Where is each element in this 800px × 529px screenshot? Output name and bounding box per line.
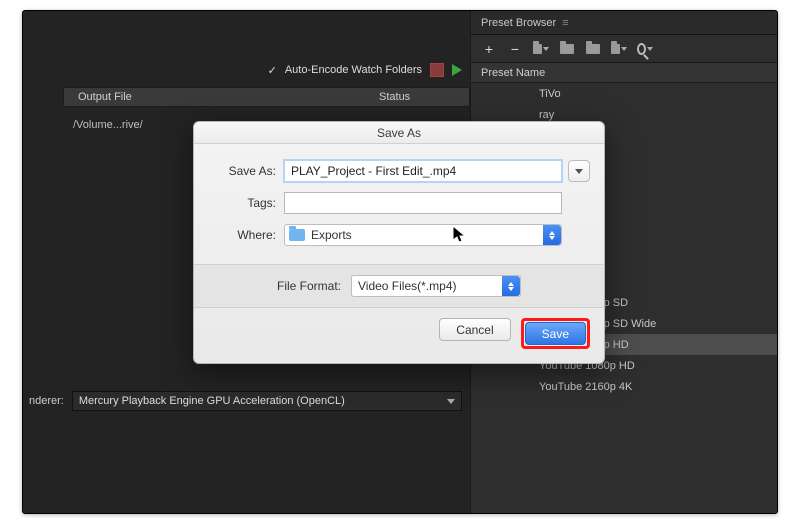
save-as-label: Save As: bbox=[208, 164, 284, 178]
file-format-select[interactable]: Video Files(*.mp4) bbox=[351, 275, 521, 297]
renderer-row: nderer: Mercury Playback Engine GPU Acce… bbox=[23, 389, 470, 413]
play-button[interactable] bbox=[452, 64, 462, 76]
where-value: Exports bbox=[311, 228, 352, 242]
tags-input[interactable] bbox=[284, 192, 562, 214]
queue-list-header: Output File Status bbox=[63, 87, 470, 107]
dropdown-icon bbox=[543, 225, 561, 245]
list-item[interactable]: YouTube 2160p 4K bbox=[471, 376, 777, 397]
preset-browser-title: Preset Browser bbox=[481, 17, 556, 29]
where-label: Where: bbox=[208, 228, 284, 242]
cancel-button[interactable]: Cancel bbox=[439, 318, 510, 341]
file-format-label: File Format: bbox=[277, 279, 341, 293]
list-item[interactable]: TiVo bbox=[471, 83, 777, 104]
stop-button[interactable] bbox=[430, 63, 444, 77]
save-as-dialog: Save As Save As: Tags: Where: Exports bbox=[193, 121, 605, 364]
new-folder-button[interactable] bbox=[533, 41, 549, 57]
top-toolbar: ✓ Auto-Encode Watch Folders bbox=[23, 59, 470, 81]
save-button-highlight: Save bbox=[521, 318, 590, 349]
folder-button-1[interactable] bbox=[559, 41, 575, 57]
app-window: ✓ Auto-Encode Watch Folders Output File … bbox=[22, 10, 778, 514]
import-button[interactable] bbox=[585, 41, 601, 57]
save-button[interactable]: Save bbox=[525, 322, 586, 345]
panel-menu-icon[interactable]: ≡ bbox=[562, 17, 568, 29]
save-as-input[interactable] bbox=[284, 160, 562, 182]
preset-name-header[interactable]: Preset Name bbox=[471, 63, 777, 83]
chevron-down-icon bbox=[447, 399, 455, 404]
remove-preset-button[interactable] bbox=[507, 41, 523, 57]
folder-icon bbox=[289, 229, 305, 241]
auto-encode-label[interactable]: Auto-Encode Watch Folders bbox=[285, 64, 422, 76]
where-select[interactable]: Exports bbox=[284, 224, 562, 246]
dropdown-icon bbox=[502, 276, 520, 296]
tags-label: Tags: bbox=[208, 196, 284, 210]
column-output-file[interactable]: Output File bbox=[64, 91, 379, 103]
column-status[interactable]: Status bbox=[379, 91, 469, 103]
renderer-label: nderer: bbox=[29, 395, 64, 407]
chevron-down-icon bbox=[575, 169, 583, 174]
renderer-value: Mercury Playback Engine GPU Acceleration… bbox=[79, 395, 345, 407]
preset-browser-toolbar bbox=[471, 35, 777, 63]
export-button[interactable] bbox=[611, 41, 627, 57]
renderer-select[interactable]: Mercury Playback Engine GPU Acceleration… bbox=[72, 391, 462, 411]
file-format-value: Video Files(*.mp4) bbox=[358, 279, 456, 293]
output-file-path[interactable]: /Volume...rive/ bbox=[73, 119, 143, 131]
preset-browser-title-bar: Preset Browser ≡ bbox=[471, 11, 777, 35]
expand-button[interactable] bbox=[568, 160, 590, 182]
file-format-section: File Format: Video Files(*.mp4) bbox=[194, 264, 604, 308]
add-preset-button[interactable] bbox=[481, 41, 497, 57]
dialog-title: Save As bbox=[194, 122, 604, 144]
checkmark-icon: ✓ bbox=[268, 64, 277, 77]
search-icon[interactable] bbox=[637, 41, 653, 57]
